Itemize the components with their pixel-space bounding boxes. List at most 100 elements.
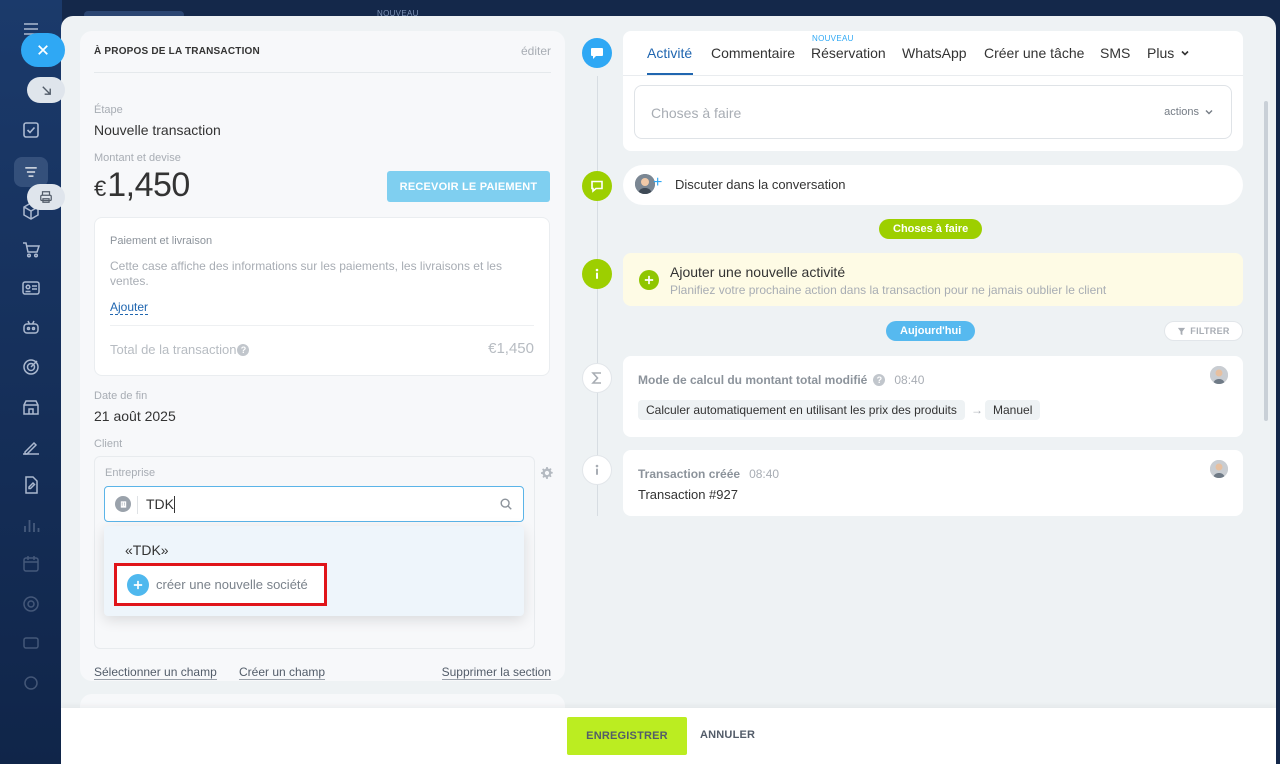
- tab-comment[interactable]: Commentaire: [711, 45, 795, 61]
- tab-create-task[interactable]: Créer une tâche: [984, 45, 1084, 61]
- stage-label: Étape: [94, 104, 123, 116]
- gear-icon[interactable]: [541, 467, 553, 479]
- user-avatar: [635, 174, 655, 194]
- event-body: Transaction #927: [638, 487, 738, 502]
- amount-value[interactable]: € 1,450: [94, 166, 190, 205]
- input-divider: [137, 496, 138, 514]
- close-slider-button[interactable]: [21, 33, 65, 67]
- store-icon[interactable]: [20, 396, 42, 418]
- receive-payment-button[interactable]: RECEVOIR LE PAIEMENT: [387, 171, 550, 202]
- close-icon: [38, 45, 48, 55]
- chat-bubble-icon: [582, 38, 612, 68]
- add-participant-icon[interactable]: +: [653, 175, 662, 191]
- printer-icon: [40, 191, 52, 203]
- event-title-text: Transaction créée: [638, 467, 741, 481]
- chat-row[interactable]: + Discuter dans la conversation: [623, 165, 1243, 205]
- info-icon: [582, 455, 612, 485]
- plus-icon: [639, 270, 659, 290]
- create-company-option[interactable]: créer une nouvelle société: [114, 563, 327, 606]
- payment-title: Paiement et livraison: [110, 235, 213, 247]
- tasks-icon[interactable]: [20, 119, 42, 141]
- globe-icon[interactable]: [20, 593, 42, 615]
- filter-icon: [1178, 327, 1186, 335]
- company-label: Entreprise: [105, 467, 156, 479]
- deal-total-text: Total de la transaction: [110, 342, 237, 357]
- add-activity-card[interactable]: Ajouter une nouvelle activité Planifiez …: [623, 253, 1243, 306]
- search-icon[interactable]: [499, 497, 514, 512]
- event-card-calc-mode: Mode de calcul du montant total modifié …: [623, 356, 1243, 437]
- arrow-right-icon: →: [971, 403, 983, 417]
- company-icon: [115, 496, 131, 512]
- contact-card-icon[interactable]: [20, 277, 42, 299]
- stage-value[interactable]: Nouvelle transaction: [94, 122, 221, 138]
- activity-editor: NOUVEAU Activité Commentaire Réservation…: [623, 31, 1243, 151]
- tab-sms[interactable]: SMS: [1100, 45, 1130, 61]
- filter-button[interactable]: FILTRER: [1164, 321, 1243, 341]
- sign-icon[interactable]: [20, 435, 42, 457]
- help-icon[interactable]: ?: [237, 343, 250, 356]
- deal-slider: À PROPOS DE LA TRANSACTION éditer Étape …: [61, 16, 1276, 764]
- new-value-chip: Manuel: [985, 400, 1041, 420]
- scrollbar[interactable]: [1264, 101, 1268, 421]
- tab-whatsapp[interactable]: WhatsApp: [902, 45, 967, 61]
- todo-placeholder: Choses à faire: [651, 105, 742, 121]
- todo-input[interactable]: Choses à faire actions: [634, 85, 1232, 139]
- cart-icon[interactable]: [20, 238, 42, 260]
- section-title: À PROPOS DE LA TRANSACTION: [94, 46, 260, 57]
- crm-icon[interactable]: [20, 632, 42, 654]
- old-value-chip: Calculer automatiquement en utilisant le…: [638, 400, 965, 420]
- company-search-dropdown: «TDK» créer une nouvelle société: [104, 526, 524, 616]
- company-search-input[interactable]: TDK: [104, 486, 524, 522]
- tab-booking[interactable]: Réservation: [811, 45, 886, 61]
- event-title: Mode de calcul du montant total modifié …: [638, 373, 924, 387]
- edit-link[interactable]: éditer: [521, 44, 551, 58]
- print-button[interactable]: [27, 184, 65, 210]
- add-payment-link[interactable]: Ajouter: [110, 300, 149, 315]
- new-badge: NOUVEAU: [812, 34, 854, 43]
- end-date-value[interactable]: 21 août 2025: [94, 408, 176, 424]
- bar-chart-icon[interactable]: [20, 514, 42, 536]
- todo-badge: Choses à faire: [879, 219, 983, 239]
- minimize-button[interactable]: [27, 77, 65, 103]
- event-time: 08:40: [749, 467, 780, 481]
- event-title: Transaction créée 08:40: [638, 467, 779, 481]
- tab-activity[interactable]: Activité: [647, 45, 692, 61]
- document-edit-icon[interactable]: [20, 474, 42, 496]
- end-date-label: Date de fin: [94, 390, 148, 402]
- chat-label: Discuter dans la conversation: [675, 177, 846, 192]
- target-icon[interactable]: [20, 356, 42, 378]
- deal-total-value: €1,450: [488, 340, 534, 357]
- avatar[interactable]: [1210, 460, 1228, 478]
- app-sidebar: [0, 0, 62, 764]
- actions-dropdown[interactable]: actions: [1164, 106, 1214, 118]
- footer-bar: ENREGISTRER ANNULER: [61, 708, 1276, 764]
- create-field-link[interactable]: Créer un champ: [239, 665, 326, 680]
- sigma-icon: [582, 363, 612, 393]
- company-result-item[interactable]: «TDK»: [125, 542, 169, 558]
- deal-info-card: À PROPOS DE LA TRANSACTION éditer Étape …: [80, 31, 565, 681]
- payment-description: Cette case affiche des informations sur …: [110, 259, 502, 288]
- tab-more[interactable]: Plus: [1147, 45, 1190, 61]
- delete-section-link[interactable]: Supprimer la section: [441, 665, 551, 680]
- avatar[interactable]: [1210, 366, 1228, 384]
- help-icon[interactable]: ?: [873, 374, 886, 386]
- select-field-link[interactable]: Sélectionner un champ: [94, 665, 217, 680]
- tab-more-label: Plus: [1147, 45, 1175, 61]
- filter-label: FILTRER: [1190, 326, 1230, 336]
- more-icon[interactable]: [20, 672, 42, 694]
- save-button[interactable]: ENREGISTRER: [567, 717, 687, 755]
- chevron-down-icon: [1181, 50, 1189, 56]
- event-card-deal-created: Transaction créée 08:40 Transaction #927: [623, 450, 1243, 516]
- company-search-text: TDK: [146, 496, 174, 512]
- robot-icon[interactable]: [20, 316, 42, 338]
- calendar-icon[interactable]: [20, 553, 42, 575]
- amount-number: 1,450: [107, 166, 190, 204]
- plus-icon: [127, 573, 149, 596]
- timeline-tabs: NOUVEAU Activité Commentaire Réservation…: [623, 31, 1243, 76]
- cancel-button[interactable]: ANNULER: [700, 729, 755, 741]
- event-time: 08:40: [894, 373, 925, 387]
- card-header: À PROPOS DE LA TRANSACTION éditer: [94, 31, 551, 73]
- today-badge: Aujourd'hui: [886, 321, 976, 341]
- add-activity-description: Planifiez votre prochaine action dans la…: [670, 283, 1107, 297]
- crm-funnel-icon[interactable]: [14, 157, 48, 187]
